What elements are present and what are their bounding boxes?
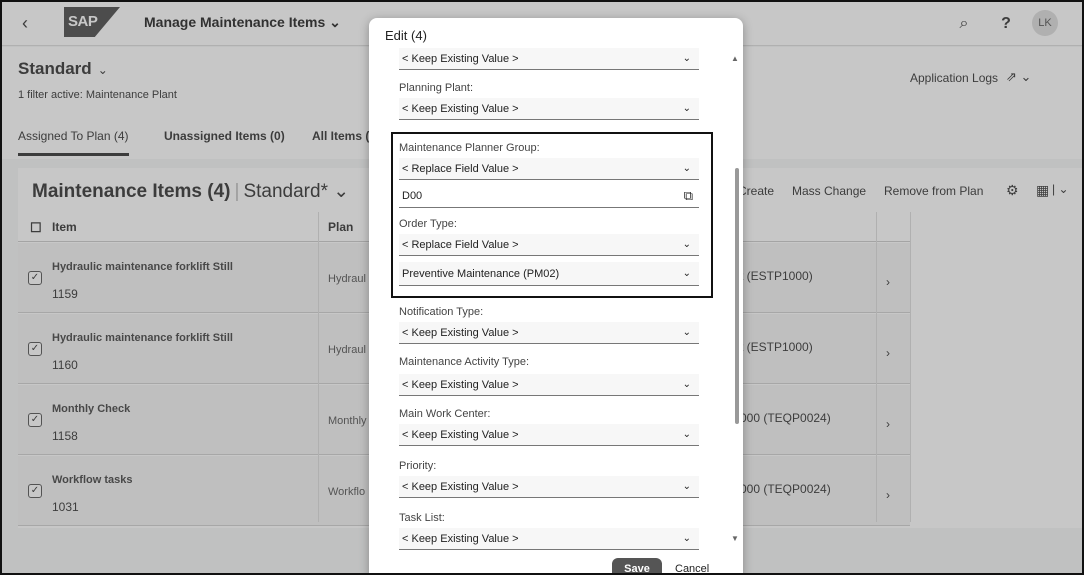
chevron-down-icon: ⌄ [682, 429, 691, 440]
activity-type-label: Maintenance Activity Type: [399, 356, 530, 368]
main-work-center-select[interactable]: < Keep Existing Value > ⌄ [399, 424, 699, 446]
notification-type-label: Notification Type: [399, 306, 484, 318]
planning-plant-value: < Keep Existing Value > [402, 103, 519, 115]
save-button[interactable]: Save [612, 558, 662, 573]
activity-type-value: < Keep Existing Value > [402, 379, 519, 391]
chevron-down-icon: ⌄ [682, 481, 691, 492]
main-work-center-value: < Keep Existing Value > [402, 429, 519, 441]
notification-type-value: < Keep Existing Value > [402, 327, 519, 339]
activity-type-select[interactable]: < Keep Existing Value > ⌄ [399, 374, 699, 396]
priority-value: < Keep Existing Value > [402, 481, 519, 493]
priority-select[interactable]: < Keep Existing Value > ⌄ [399, 476, 699, 498]
chevron-down-icon: ⌄ [682, 53, 691, 64]
main-work-center-label: Main Work Center: [399, 408, 491, 420]
planning-plant-label: Planning Plant: [399, 82, 473, 94]
cancel-button[interactable]: Cancel [675, 558, 709, 573]
priority-label: Priority: [399, 460, 437, 472]
task-list-select[interactable]: < Keep Existing Value > ⌄ [399, 528, 699, 550]
field-top-value: < Keep Existing Value > [402, 53, 519, 65]
chevron-down-icon: ⌄ [682, 379, 691, 390]
scroll-up-icon[interactable]: ▲ [731, 54, 739, 63]
planning-plant-select[interactable]: < Keep Existing Value > ⌄ [399, 98, 699, 120]
field-top-select[interactable]: < Keep Existing Value > ⌄ [399, 48, 699, 70]
highlight-box [391, 132, 713, 298]
chevron-down-icon: ⌄ [682, 327, 691, 338]
dialog-title: Edit (4) [385, 28, 427, 43]
scrollbar-thumb[interactable] [735, 168, 739, 424]
app-frame: ‹ SAP Manage Maintenance Items ⌄ ⌕ ? LK … [0, 0, 1084, 575]
chevron-down-icon: ⌄ [682, 533, 691, 544]
task-list-value: < Keep Existing Value > [402, 533, 519, 545]
task-list-label: Task List: [399, 512, 445, 524]
notification-type-select[interactable]: < Keep Existing Value > ⌄ [399, 322, 699, 344]
edit-dialog: Edit (4) < Keep Existing Value > ⌄ Plann… [369, 18, 743, 573]
scroll-down-icon[interactable]: ▼ [731, 534, 739, 543]
chevron-down-icon: ⌄ [682, 103, 691, 114]
